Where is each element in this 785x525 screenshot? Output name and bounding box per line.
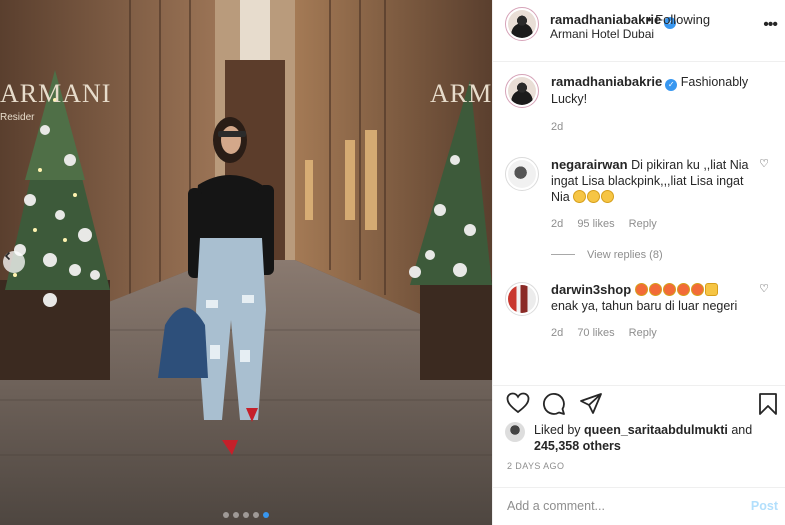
thumbs-up-emoji-icon — [704, 283, 718, 296]
armani-sign-left-sub: Resider — [0, 112, 35, 123]
carousel-dot — [243, 512, 249, 518]
neutral-emoji-icon — [601, 190, 615, 203]
heart-eyes-emoji-icon — [690, 283, 704, 296]
post-comment-button[interactable]: Post — [751, 499, 778, 513]
carousel-indicator — [0, 512, 492, 518]
post-header: ramadhaniabakrie ✓ • Following Armani Hot… — [493, 0, 785, 62]
bookmark-icon[interactable] — [757, 392, 779, 416]
caption-age[interactable]: 2d — [551, 121, 563, 133]
likes-count[interactable]: 245,358 others — [534, 439, 621, 453]
paper-plane-icon[interactable] — [579, 392, 603, 416]
heart-eyes-emoji-icon — [676, 283, 690, 296]
carousel-dot — [253, 512, 259, 518]
carousel-dot — [263, 512, 269, 518]
location-link[interactable]: Armani Hotel Dubai — [550, 27, 654, 41]
comment-age[interactable]: 2d — [551, 218, 563, 230]
caption-username[interactable]: ramadhaniabakrie — [551, 74, 662, 89]
comment-age[interactable]: 2d — [551, 327, 563, 339]
action-bar — [493, 385, 785, 420]
following-button[interactable]: • Following — [647, 12, 710, 27]
heart-eyes-emoji-icon — [634, 283, 648, 296]
grimace-emoji-icon — [573, 190, 587, 203]
comment-text: enak ya, tahun baru di luar negeri — [551, 299, 738, 313]
comment-icon[interactable] — [542, 392, 566, 416]
comment-username[interactable]: negarairwan — [551, 157, 628, 172]
heart-eyes-emoji-icon — [648, 283, 662, 296]
comment-like-heart-icon[interactable]: ♡ — [759, 282, 769, 295]
comment-likes[interactable]: 70 likes — [577, 327, 614, 339]
armani-sign-left: ARMANI — [0, 79, 111, 108]
neutral-emoji-icon — [587, 190, 601, 203]
chevron-left-icon — [4, 251, 11, 261]
comment-input[interactable] — [507, 499, 727, 513]
more-dots-icon[interactable]: ••• — [763, 16, 778, 34]
view-replies-line — [551, 254, 575, 255]
reply-button[interactable]: Reply — [629, 327, 657, 339]
author-avatar[interactable] — [505, 7, 539, 41]
reply-button[interactable]: Reply — [629, 218, 657, 230]
carousel-prev-button[interactable] — [3, 251, 25, 273]
carousel-dot — [233, 512, 239, 518]
view-replies-text[interactable]: View replies (8) — [587, 249, 663, 261]
liker-avatar[interactable] — [505, 422, 525, 442]
liked-by-middle: and — [731, 423, 753, 437]
caption-avatar[interactable] — [505, 74, 539, 108]
heart-icon[interactable] — [506, 392, 530, 414]
comments-list: ramadhaniabakrie ✓ Fashionably Lucky! 2d … — [493, 63, 785, 378]
comment-likes[interactable]: 95 likes — [577, 218, 614, 230]
comment-avatar[interactable] — [505, 282, 539, 316]
post-sidebar: ramadhaniabakrie ✓ • Following Armani Hot… — [492, 0, 785, 525]
post-timestamp[interactable]: 2 DAYS AGO — [507, 461, 564, 471]
hotel-corridor-photo: ARMANI Resider ARM — [0, 0, 492, 525]
add-comment-bar: Post — [493, 487, 785, 525]
comment-username[interactable]: darwin3shop — [551, 282, 631, 297]
comment-avatar[interactable] — [505, 157, 539, 191]
view-replies-button[interactable]: View replies (8) — [551, 249, 663, 261]
armani-sign-right: ARM — [430, 79, 492, 108]
carousel-dot — [223, 512, 229, 518]
verified-badge-icon: ✓ — [665, 79, 678, 91]
liker-username[interactable]: queen_saritaabdulmukti — [584, 423, 728, 437]
liked-by-prefix: Liked by — [534, 423, 581, 437]
author-username-text[interactable]: ramadhaniabakrie — [550, 12, 661, 27]
heart-eyes-emoji-icon — [662, 283, 676, 296]
post-photo[interactable]: ARMANI Resider ARM — [0, 0, 492, 525]
comment-like-heart-icon[interactable]: ♡ — [759, 157, 769, 170]
